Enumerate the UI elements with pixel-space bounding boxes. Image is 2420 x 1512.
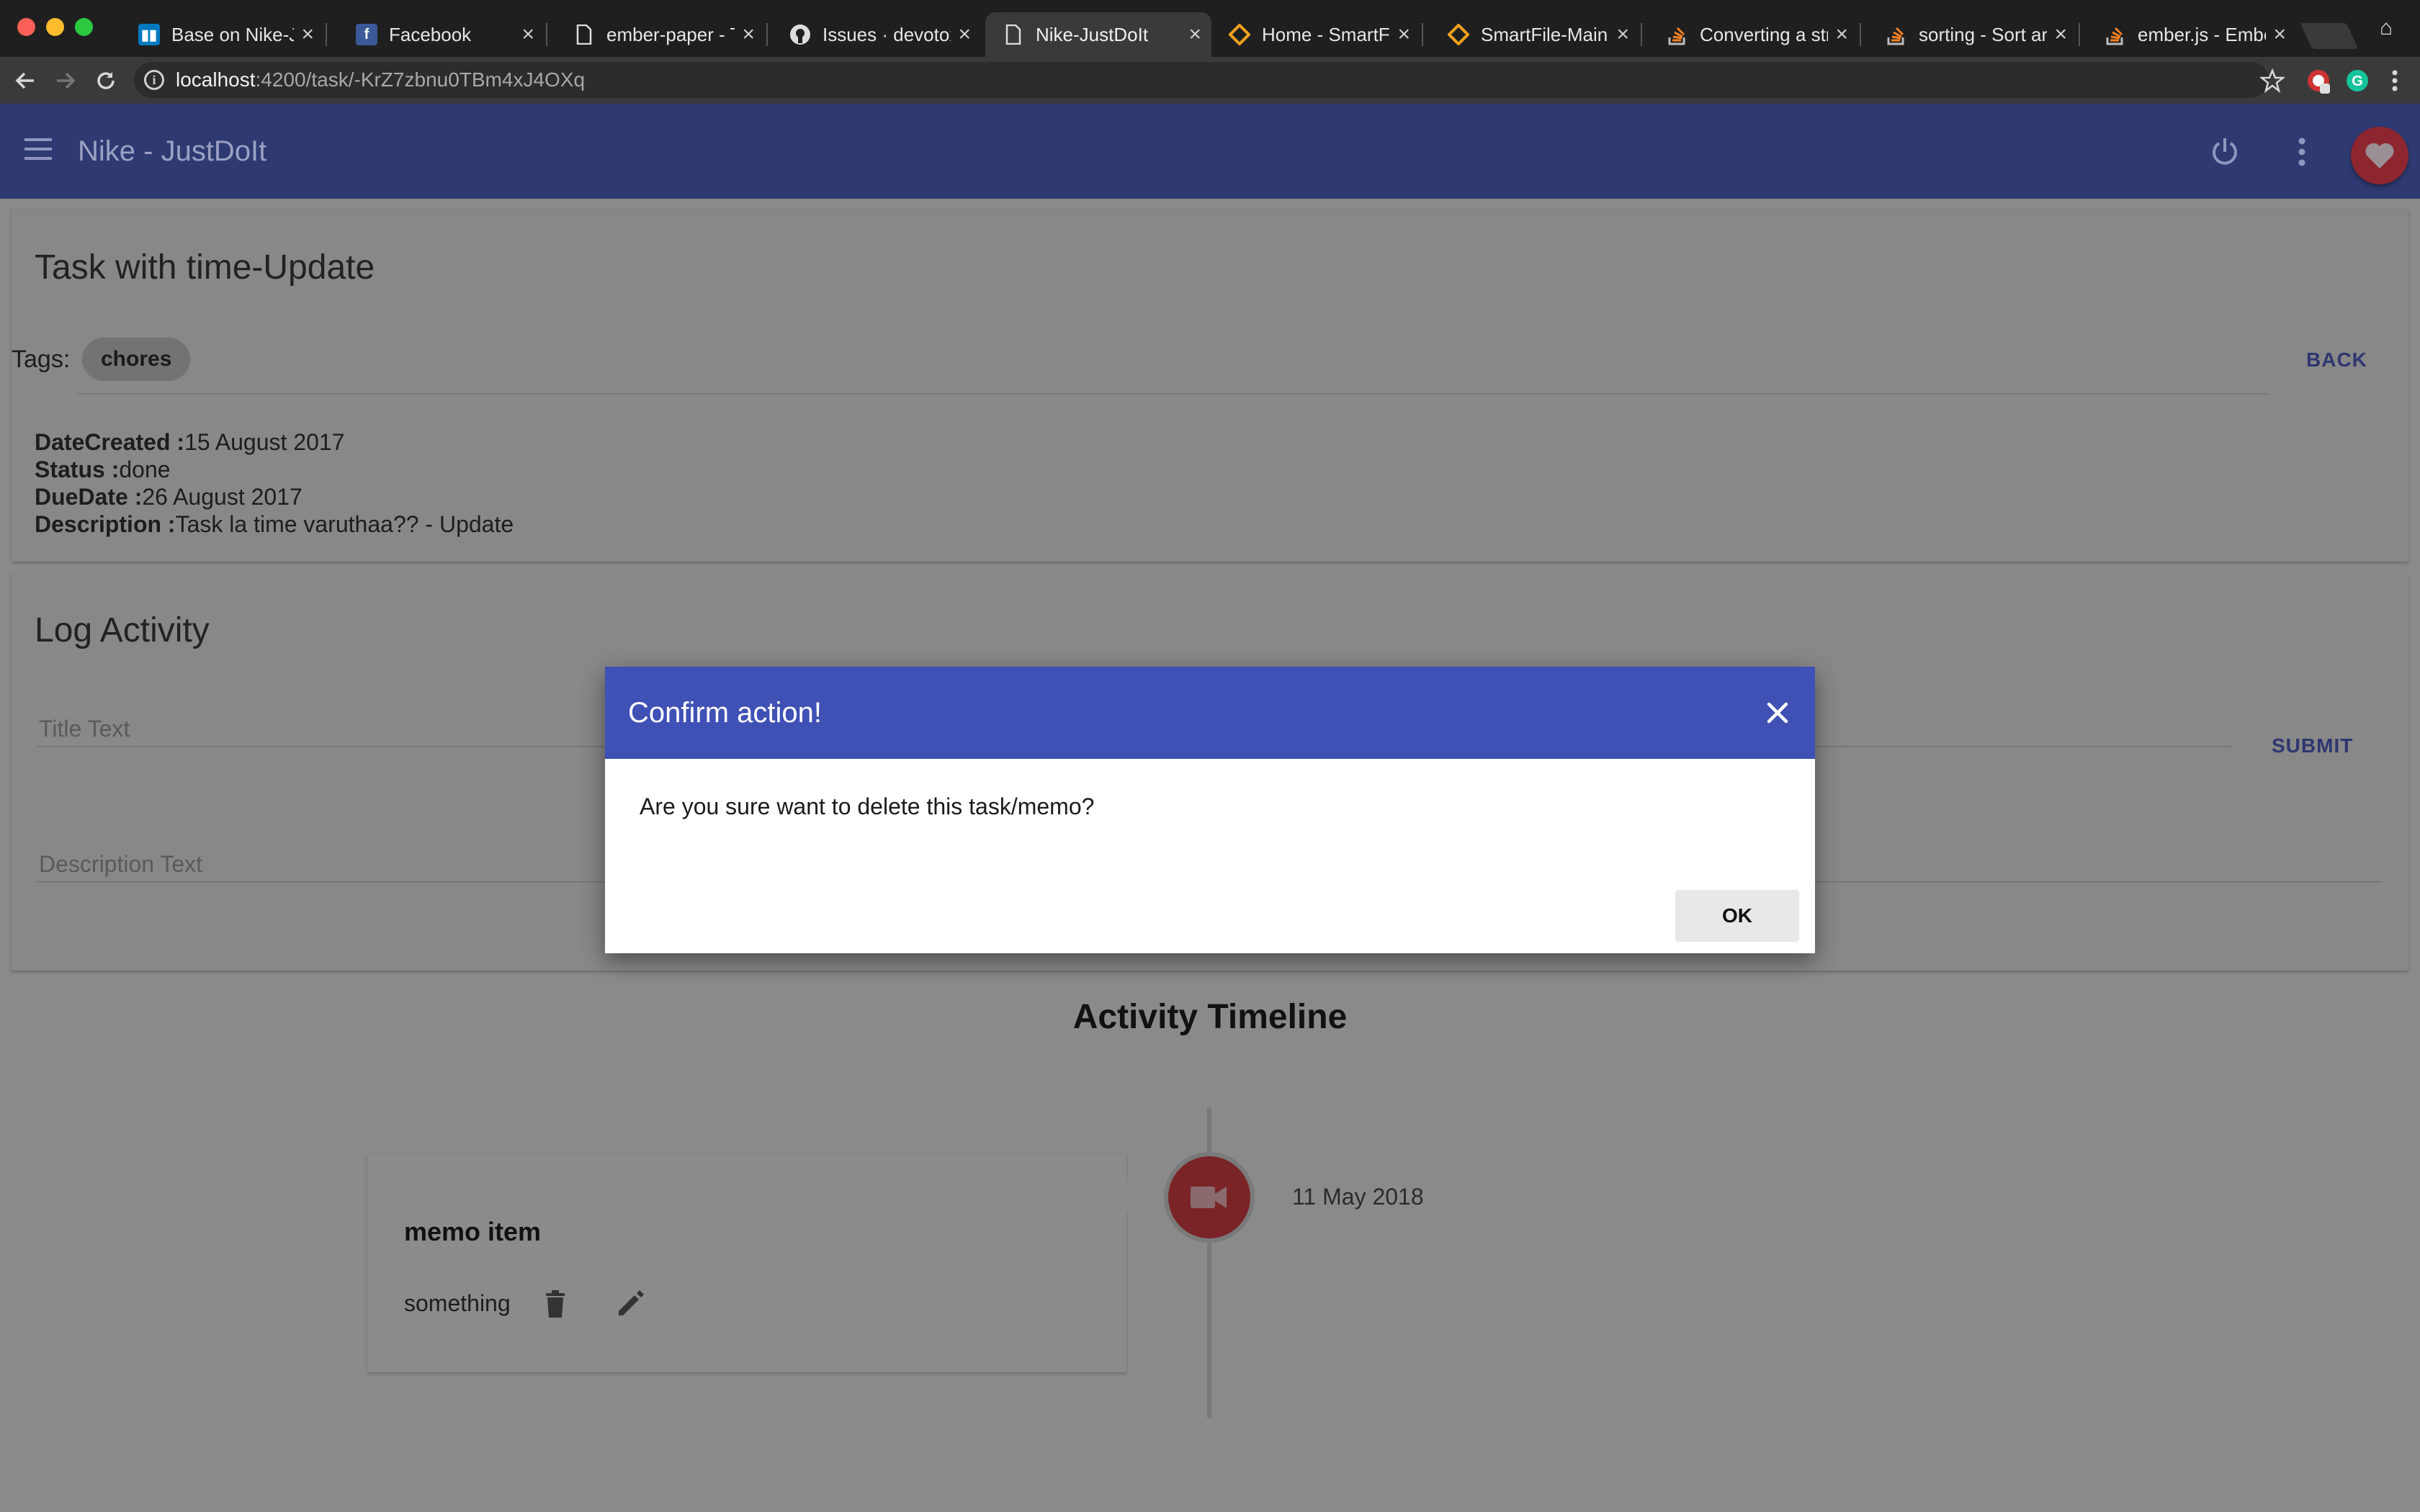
browser-tab[interactable]: Converting a strin ×: [1649, 12, 1858, 57]
ok-button[interactable]: OK: [1675, 890, 1799, 942]
memo-card: [367, 1155, 1126, 1372]
reload-icon[interactable]: [88, 63, 124, 99]
tab-title: SmartFile-Main V: [1481, 23, 1609, 45]
stackoverflow-icon: [2105, 24, 2126, 45]
url-path: :4200/task/-KrZ7zbnu0TBm4xJ4OXq: [255, 68, 586, 91]
close-icon[interactable]: [1762, 697, 1793, 729]
browser-tab[interactable]: sorting - Sort arra ×: [1868, 12, 2077, 57]
window-close-button[interactable]: [17, 18, 35, 36]
memo-card-pointer: [1125, 1181, 1141, 1212]
dialog-header: Confirm action!: [605, 667, 1815, 759]
description-text-input[interactable]: Description Text: [39, 851, 202, 878]
extension-icon[interactable]: [2303, 66, 2334, 96]
heart-icon: [2365, 143, 2394, 168]
document-icon: [1003, 24, 1024, 45]
edit-icon[interactable]: [614, 1287, 647, 1320]
browser-tab[interactable]: SmartFile-Main V ×: [1430, 12, 1639, 57]
memo-title: memo item: [404, 1217, 542, 1246]
tab-title: Issues · devotox/: [823, 23, 951, 45]
back-button[interactable]: BACK: [2306, 348, 2367, 372]
tab-title: Home - SmartFile: [1262, 23, 1390, 45]
close-tab-icon[interactable]: ×: [1616, 22, 1629, 47]
app-toolbar: Nike - JustDoIt: [0, 104, 2420, 199]
timeline-date: 11 May 2018: [1292, 1184, 1424, 1210]
close-tab-icon[interactable]: ×: [1188, 22, 1201, 47]
github-icon: [789, 24, 811, 45]
browser-tab[interactable]: Issues · devotox/ ×: [772, 12, 981, 57]
document-icon: [573, 24, 595, 45]
browser-tab-strip: ▮▮ Base on Nike-Jus × f Facebook × ember…: [0, 0, 2420, 57]
tab-title: Nike-JustDoIt: [1036, 23, 1149, 45]
tab-title: Facebook: [389, 23, 472, 45]
browser-tab[interactable]: f Facebook ×: [339, 12, 544, 57]
tab-title: Base on Nike-Jus: [171, 23, 295, 45]
timeline-dot: [1168, 1156, 1250, 1238]
window-minimize-button[interactable]: [46, 18, 64, 36]
browser-tab-active[interactable]: Nike-JustDoIt ×: [985, 12, 1211, 57]
browser-tab[interactable]: ember.js - Ember ×: [2087, 12, 2296, 57]
window-maximize-button[interactable]: [75, 18, 93, 36]
log-activity-title: Log Activity: [35, 611, 210, 649]
favorite-button[interactable]: [2351, 127, 2408, 184]
confirm-dialog: Confirm action! Are you sure want to del…: [605, 667, 1815, 953]
trello-icon: ▮▮: [138, 24, 160, 45]
close-tab-icon[interactable]: ×: [301, 22, 314, 47]
smartfile-icon: [1448, 24, 1469, 45]
close-tab-icon[interactable]: ×: [2054, 22, 2067, 47]
info-icon[interactable]: i: [144, 70, 164, 90]
chrome-menu-icon[interactable]: [2380, 66, 2410, 96]
browser-toolbar: i localhost:4200/task/-KrZ7zbnu0TBm4xJ4O…: [0, 57, 2420, 104]
tags-label: Tags:: [12, 346, 71, 373]
profile-icon[interactable]: ⌂: [2380, 16, 2393, 40]
svg-text:G: G: [2352, 73, 2363, 89]
browser-tab[interactable]: ▮▮ Base on Nike-Jus ×: [121, 12, 324, 57]
detail-description: Description :Task la time varuthaa?? - U…: [35, 511, 514, 537]
more-vert-icon[interactable]: [2287, 135, 2316, 168]
forward-arrow-icon[interactable]: [48, 63, 84, 99]
browser-tab[interactable]: ember-paper - Th ×: [556, 12, 765, 57]
title-text-input[interactable]: Title Text: [39, 716, 130, 742]
power-icon[interactable]: [2207, 134, 2243, 170]
grammarly-icon[interactable]: G: [2342, 66, 2372, 96]
close-tab-icon[interactable]: ×: [1397, 22, 1410, 47]
memo-description: something: [404, 1290, 511, 1316]
new-tab-button[interactable]: [2300, 23, 2359, 49]
stackoverflow-icon: [1886, 24, 1907, 45]
browser-tab[interactable]: Home - SmartFile ×: [1211, 12, 1420, 57]
close-tab-icon[interactable]: ×: [742, 22, 755, 47]
close-tab-icon[interactable]: ×: [2273, 22, 2286, 47]
task-title: Task with time-Update: [35, 248, 375, 287]
tag-chip[interactable]: chores: [82, 338, 191, 381]
tab-title: ember-paper - Th: [606, 23, 735, 45]
delete-icon[interactable]: [539, 1287, 572, 1320]
tab-title: ember.js - Ember: [2138, 23, 2267, 45]
close-tab-icon[interactable]: ×: [521, 22, 534, 47]
bookmark-star-icon[interactable]: [2257, 66, 2287, 96]
address-bar[interactable]: i localhost:4200/task/-KrZ7zbnu0TBm4xJ4O…: [134, 62, 2269, 98]
smartfile-icon: [1229, 24, 1250, 45]
back-arrow-icon[interactable]: [7, 63, 43, 99]
dialog-message: Are you sure want to delete this task/me…: [640, 793, 1095, 819]
videocam-icon: [1191, 1187, 1227, 1208]
tab-title: Converting a strin: [1700, 23, 1828, 45]
close-tab-icon[interactable]: ×: [958, 22, 971, 47]
detail-date-created: DateCreated :15 August 2017: [35, 429, 345, 455]
activity-timeline-heading: Activity Timeline: [1072, 998, 1348, 1036]
url-host: localhost: [176, 68, 256, 91]
stackoverflow-icon: [1667, 24, 1688, 45]
close-tab-icon[interactable]: ×: [1835, 22, 1848, 47]
tags-input-underline: [78, 393, 2270, 395]
detail-status: Status :done: [35, 456, 171, 482]
detail-due-date: DueDate :26 August 2017: [35, 484, 302, 510]
dialog-title: Confirm action!: [628, 697, 822, 729]
facebook-icon: f: [356, 24, 377, 45]
submit-button[interactable]: SUBMIT: [2272, 734, 2353, 757]
menu-icon[interactable]: [24, 138, 52, 160]
app-title: Nike - JustDoIt: [78, 135, 267, 167]
tab-title: sorting - Sort arra: [1919, 23, 2048, 45]
